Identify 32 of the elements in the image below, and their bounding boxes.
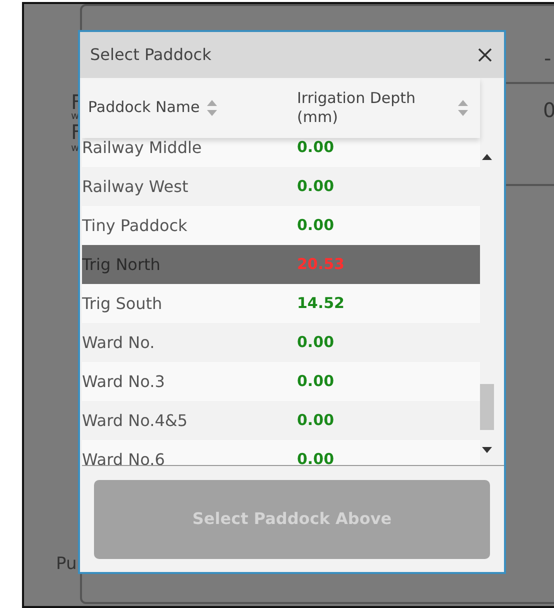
irrigation-depth: 0.00 (297, 449, 334, 465)
irrigation-depth: 0.00 (297, 215, 334, 236)
paddock-name: Ward No. (82, 332, 156, 354)
dialog-title: Select Paddock (90, 44, 212, 66)
table-row[interactable]: Ward No.6 0.00 (82, 440, 480, 465)
table-row[interactable]: Trig South 14.52 (82, 284, 480, 323)
irrigation-depth: 20.53 (297, 254, 344, 276)
paddock-name: Railway West (82, 176, 190, 198)
paddock-name: Railway Middle (82, 138, 203, 158)
background-label: Pu (56, 556, 77, 573)
paddock-name: Trig North (82, 254, 162, 276)
column-header[interactable]: Irrigation Depth (mm) (297, 88, 447, 128)
irrigation-depth: 0.00 (297, 410, 334, 432)
paddock-name: Ward No.6 (82, 448, 166, 465)
irrigation-depth: 0.00 (297, 332, 334, 354)
irrigation-depth: 0.00 (297, 176, 334, 198)
irrigation-depth: 0.00 (297, 371, 334, 392)
paddock-name: Ward No.4&5 (82, 410, 189, 432)
irrigation-depth: 14.52 (297, 293, 344, 314)
scrollbar-thumb[interactable] (480, 384, 494, 430)
close-icon[interactable] (478, 48, 492, 62)
background-label: - (544, 48, 552, 68)
paddock-name: Tiny Paddock (82, 214, 188, 236)
paddock-name: Ward No.3 (82, 370, 166, 392)
scroll-up-icon[interactable] (482, 154, 492, 160)
table-row[interactable]: Railway Middle 0.00 (82, 138, 480, 167)
irrigation-depth: 0.00 (297, 138, 334, 158)
scroll-down-icon[interactable] (482, 447, 492, 453)
paddock-name: Trig South (82, 292, 164, 314)
table-row[interactable]: Ward No.3 0.00 (82, 362, 480, 401)
column-header[interactable]: Paddock Name (88, 98, 200, 118)
table-row[interactable]: Tiny Paddock 0.00 (82, 206, 480, 245)
